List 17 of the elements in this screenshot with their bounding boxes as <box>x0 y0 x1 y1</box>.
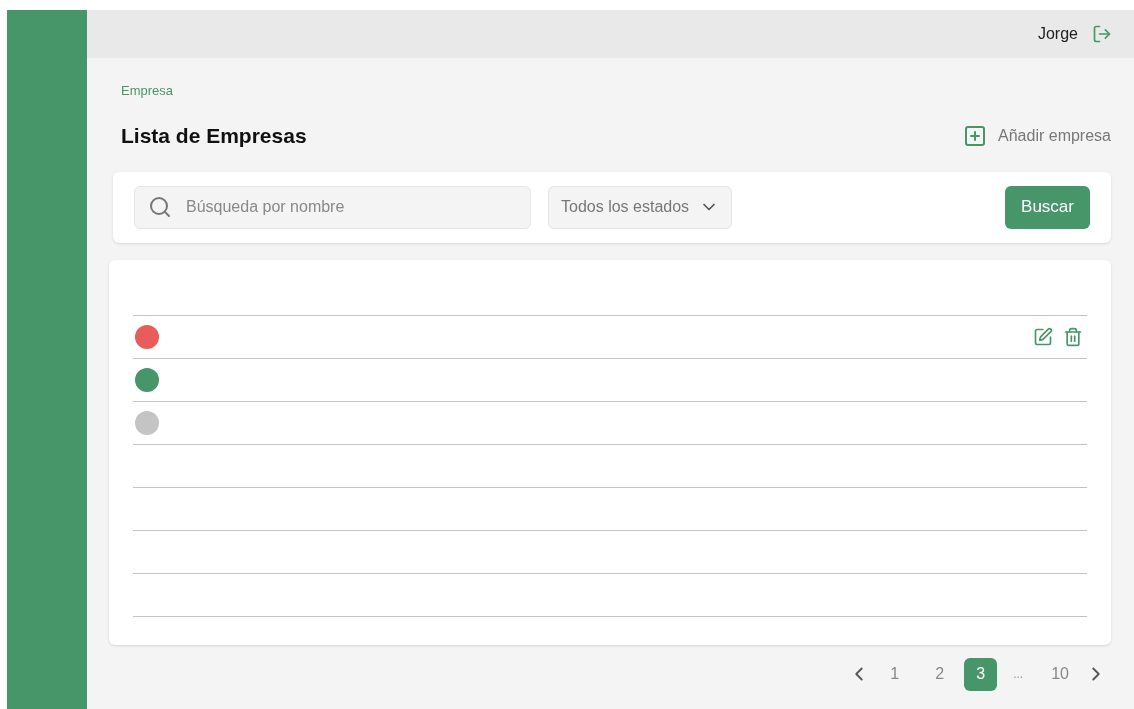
page-button[interactable]: 1 <box>878 657 912 691</box>
plus-square-icon <box>963 123 988 148</box>
page-title: Lista de Empresas <box>121 123 307 149</box>
breadcrumb[interactable]: Empresa <box>121 83 174 98</box>
pagination-ellipsis: ... <box>1012 666 1025 683</box>
user-name: Jorge <box>1037 24 1078 44</box>
page-button[interactable]: 2 <box>923 657 957 691</box>
search-field[interactable]: Búsqueda por nombre <box>134 185 531 229</box>
add-company-button[interactable]: Añadir empresa <box>963 123 1111 148</box>
search-button[interactable]: Buscar <box>1005 185 1090 229</box>
status-dropdown[interactable]: Todos los estados <box>548 185 733 229</box>
edit-icon[interactable] <box>1033 326 1053 347</box>
page-button[interactable]: 10 <box>1043 657 1077 691</box>
search-icon <box>148 194 172 219</box>
trash-icon[interactable] <box>1063 326 1083 347</box>
logout-icon[interactable] <box>1092 24 1112 44</box>
page-button[interactable]: 3 <box>964 657 998 691</box>
